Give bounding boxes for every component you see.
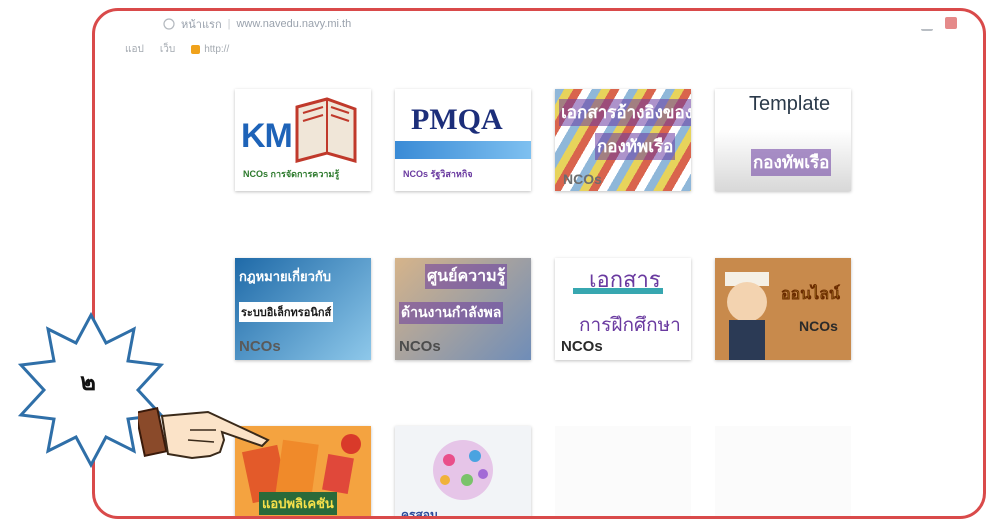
tile-title: PMQA (411, 103, 503, 136)
minimize-icon[interactable] (921, 17, 933, 31)
bookmarks-bar: แอป เว็บ http:// (95, 39, 983, 59)
bookmark-apps[interactable]: แอป (125, 42, 144, 57)
tile-title: Template (749, 93, 831, 115)
tile-title: เอกสาร (589, 267, 661, 292)
tile-training-docs[interactable]: เอกสาร การฝึกศึกษา NCOs (555, 258, 691, 360)
tile-footer: NCOs (799, 318, 838, 334)
tile-knowledge-center[interactable]: ศูนย์ความรู้ ด้านงานกำลังพล NCOs (395, 258, 531, 360)
tab-title[interactable]: หน้าแรก (181, 15, 222, 33)
title-separator: | (227, 18, 231, 30)
bookmark-web[interactable]: เว็บ (160, 42, 175, 57)
tile-subtitle: NCOs รัฐวิสาหกิจ (403, 169, 473, 179)
tile-empty-3-4 (715, 426, 851, 516)
tile-template[interactable]: Template กองทัพเรือ (715, 89, 851, 191)
tile-footer: NCOs (239, 338, 281, 355)
bookmark-http[interactable]: http:// (191, 44, 229, 55)
close-icon[interactable] (945, 17, 957, 29)
address-bar-url[interactable]: www.navedu.navy.mi.th (236, 18, 351, 30)
tile-footer: NCOs (561, 338, 603, 355)
tile-subtitle: NCOs การจัดการความรู้ (243, 169, 340, 179)
tile-footer: NCOs (563, 171, 602, 187)
tile-km[interactable]: KM NCOs การจัดการความรู้ (235, 89, 371, 191)
tile-title: ครูสอน (401, 508, 439, 519)
tile-pmqa[interactable]: PMQA NCOs รัฐวิสาหกิจ (395, 89, 531, 191)
pointing-hand-icon (138, 407, 270, 460)
cartoon-sailor-icon (725, 272, 769, 360)
tile-title: ศูนย์ความรู้ (425, 264, 508, 289)
browser-titlebar: หน้าแรก | www.navedu.navy.mi.th (95, 11, 983, 37)
tile-subtitle: กองทัพเรือ (751, 149, 832, 176)
tile-empty-3-3 (555, 426, 691, 516)
tile-teacher[interactable]: ครูสอน (395, 426, 531, 519)
window-buttons (921, 17, 957, 31)
tile-title: เอกสารอ้างอิงของ (559, 99, 691, 126)
tile-title: กฎหมายเกี่ยวกับ (239, 269, 332, 284)
lock-icon (191, 44, 201, 54)
tile-footer: NCOs (399, 338, 441, 355)
tile-title: KM (241, 117, 293, 155)
tile-online[interactable]: ออนไลน์ NCOs (715, 258, 851, 360)
tile-title: แอปพลิเคชัน (259, 492, 337, 515)
tile-subtitle: การฝึกศึกษา (579, 315, 681, 336)
callout-step-label: ๒ (80, 369, 96, 396)
tile-electronic-law[interactable]: กฎหมายเกี่ยวกับ ระบบอิเล็กทรอนิกส์ NCOs (235, 258, 371, 360)
pmqa-banner (395, 141, 531, 159)
tile-subtitle: ด้านงานกำลังพล (399, 302, 504, 324)
tile-subtitle: ระบบอิเล็กทรอนิกส์ (239, 302, 334, 322)
tile-title: ออนไลน์ (781, 286, 840, 303)
favicon-icon (163, 18, 175, 30)
tile-reference-docs[interactable]: เอกสารอ้างอิงของ กองทัพเรือ NCOs (555, 89, 691, 191)
tile-subtitle: กองทัพเรือ (595, 133, 676, 160)
